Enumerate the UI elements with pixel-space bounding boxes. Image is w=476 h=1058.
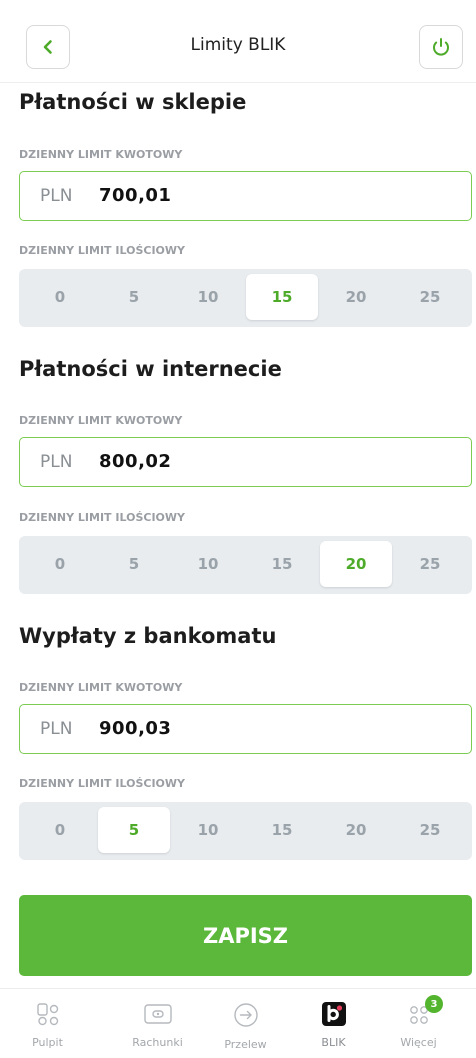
amount-input[interactable]: PLN 700,01 (19, 171, 472, 221)
count-option-selected[interactable]: 15 (246, 274, 318, 320)
amount-value: 800,02 (99, 451, 172, 472)
logout-button[interactable] (419, 25, 463, 69)
amount-input[interactable]: PLN 900,03 (19, 704, 472, 754)
nav-label: BLIK (321, 1036, 346, 1049)
count-option[interactable]: 0 (24, 274, 96, 320)
section-title: Płatności w sklepie (19, 90, 247, 114)
count-option[interactable]: 20 (320, 807, 392, 853)
count-option[interactable]: 25 (394, 807, 466, 853)
count-option[interactable]: 25 (394, 541, 466, 587)
count-option[interactable]: 15 (246, 807, 318, 853)
section-title: Płatności w internecie (19, 357, 282, 381)
count-selector: 0 5 10 15 20 25 (19, 802, 472, 860)
count-option[interactable]: 10 (172, 807, 244, 853)
power-icon (433, 38, 449, 56)
amount-input[interactable]: PLN 800,02 (19, 437, 472, 487)
count-selector: 0 5 10 15 20 25 (19, 269, 472, 327)
dashboard-icon (36, 1003, 58, 1026)
nav-label: Więcej (400, 1036, 437, 1049)
amount-value: 700,01 (99, 185, 172, 206)
count-option[interactable]: 0 (24, 541, 96, 587)
amount-caption: DZIENNY LIMIT KWOTOWY (19, 414, 183, 427)
save-button[interactable]: ZAPISZ (19, 895, 472, 976)
nav-label: Rachunki (132, 1036, 183, 1049)
nav-label: Przelew (224, 1038, 267, 1051)
currency-label: PLN (40, 186, 73, 206)
nav-item-wiecej[interactable]: 3 Więcej (371, 989, 466, 1058)
wallet-icon (143, 1004, 172, 1024)
nav-item-blik[interactable]: BLIK (286, 989, 381, 1058)
count-option-selected[interactable]: 5 (98, 807, 170, 853)
count-caption: DZIENNY LIMIT ILOŚCIOWY (19, 777, 185, 790)
count-caption: DZIENNY LIMIT ILOŚCIOWY (19, 244, 185, 257)
count-option-selected[interactable]: 20 (320, 541, 392, 587)
count-option[interactable]: 5 (98, 541, 170, 587)
currency-label: PLN (40, 719, 73, 739)
blik-icon (321, 1002, 346, 1026)
count-option[interactable]: 0 (24, 807, 96, 853)
section-title: Wypłaty z bankomatu (19, 624, 277, 648)
nav-item-rachunki[interactable]: Rachunki (110, 989, 205, 1058)
count-option[interactable]: 20 (320, 274, 392, 320)
count-option[interactable]: 15 (246, 541, 318, 587)
app-header: Limity BLIK (0, 0, 476, 83)
transfer-icon (233, 1003, 258, 1027)
page-title: Limity BLIK (190, 35, 286, 55)
bottom-navigation: Pulpit Rachunki Przelew BLIK 3 Więcej (0, 988, 476, 1058)
amount-caption: DZIENNY LIMIT KWOTOWY (19, 148, 183, 161)
count-caption: DZIENNY LIMIT ILOŚCIOWY (19, 511, 185, 524)
nav-label: Pulpit (32, 1036, 63, 1049)
nav-item-przelew[interactable]: Przelew (198, 989, 293, 1058)
count-option[interactable]: 25 (394, 274, 466, 320)
amount-caption: DZIENNY LIMIT KWOTOWY (19, 681, 183, 694)
count-option[interactable]: 5 (98, 274, 170, 320)
amount-value: 900,03 (99, 718, 172, 739)
count-option[interactable]: 10 (172, 541, 244, 587)
count-option[interactable]: 10 (172, 274, 244, 320)
count-selector: 0 5 10 15 20 25 (19, 536, 472, 594)
notification-badge: 3 (425, 995, 443, 1013)
nav-item-pulpit[interactable]: Pulpit (0, 989, 95, 1058)
currency-label: PLN (40, 452, 73, 472)
